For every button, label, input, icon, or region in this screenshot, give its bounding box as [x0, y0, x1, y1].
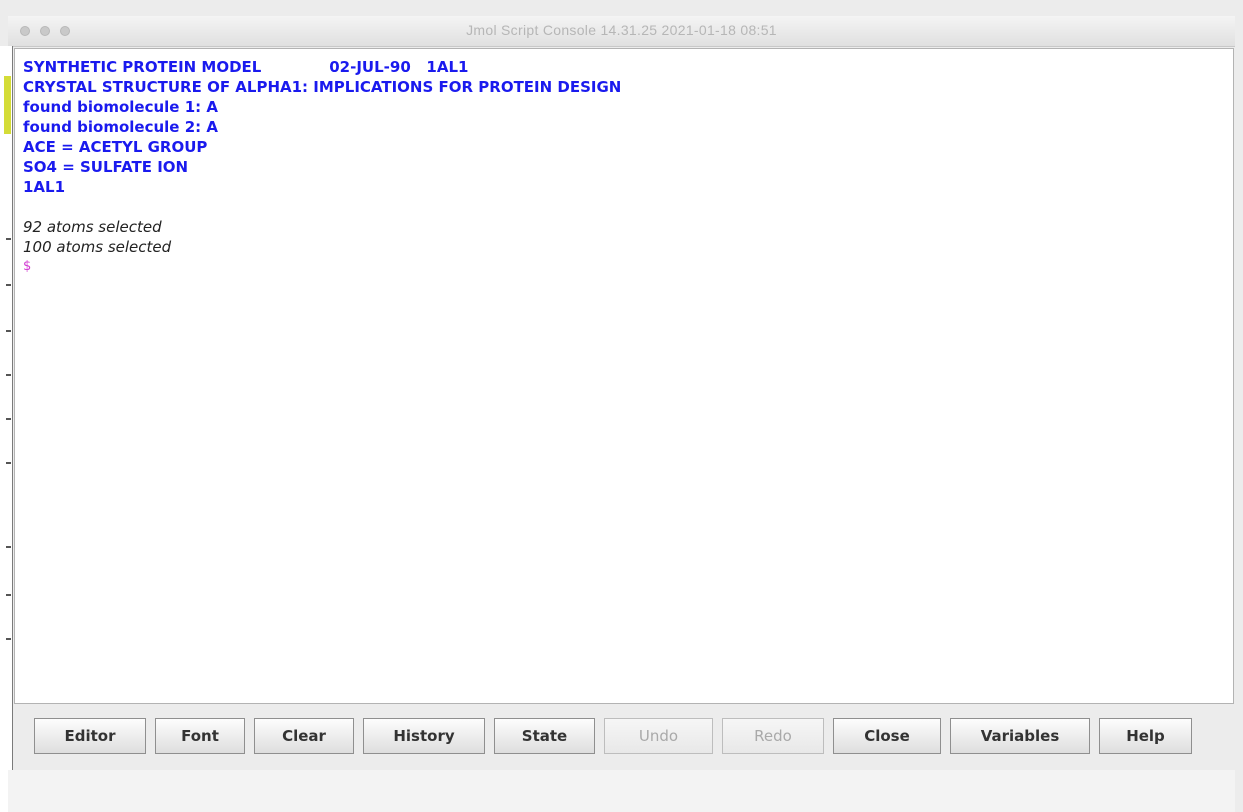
gutter-tick [6, 374, 11, 376]
selection-accent-bar [4, 76, 11, 134]
redo-button: Redo [722, 718, 824, 754]
gutter-tick [6, 462, 11, 464]
console-header-line: CRYSTAL STRUCTURE OF ALPHA1: IMPLICATION… [23, 78, 622, 96]
console-header-line: SYNTHETIC PROTEIN MODEL 02-JUL-90 1AL1 [23, 58, 469, 76]
editor-button[interactable]: Editor [34, 718, 146, 754]
console-header-line: 1AL1 [23, 178, 66, 196]
history-button[interactable]: History [363, 718, 485, 754]
gutter-tick [6, 238, 11, 240]
undo-button: Undo [604, 718, 713, 754]
console-header-line: SO4 = SULFATE ION [23, 158, 189, 176]
console-header-line: found biomolecule 2: A [23, 118, 218, 136]
left-gutter [0, 46, 13, 812]
gutter-tick [6, 546, 11, 548]
gutter-tick [6, 330, 11, 332]
variables-button[interactable]: Variables [950, 718, 1090, 754]
console-output-line: 100 atoms selected [23, 238, 172, 256]
gutter-tick [6, 594, 11, 596]
font-button[interactable]: Font [155, 718, 245, 754]
console-output-area[interactable]: SYNTHETIC PROTEIN MODEL 02-JUL-90 1AL1 C… [14, 48, 1234, 704]
gutter-tick [6, 638, 11, 640]
console-output-line: 92 atoms selected [23, 218, 162, 236]
window-title: Jmol Script Console 14.31.25 2021-01-18 … [466, 22, 777, 38]
gutter-tick [6, 418, 11, 420]
state-button[interactable]: State [494, 718, 595, 754]
window-bottom-strip [8, 770, 1235, 812]
title-bar[interactable]: Jmol Script Console 14.31.25 2021-01-18 … [8, 16, 1235, 47]
console-button-bar: Editor Font Clear History State Undo Red… [34, 716, 1219, 756]
help-button[interactable]: Help [1099, 718, 1192, 754]
gutter-tick [6, 284, 11, 286]
script-console-window: Jmol Script Console 14.31.25 2021-01-18 … [0, 0, 1243, 812]
close-button[interactable]: Close [833, 718, 941, 754]
console-header-line: ACE = ACETYL GROUP [23, 138, 208, 156]
console-header-line: found biomolecule 1: A [23, 98, 218, 116]
clear-button[interactable]: Clear [254, 718, 354, 754]
console-prompt[interactable]: $ [23, 257, 1225, 277]
